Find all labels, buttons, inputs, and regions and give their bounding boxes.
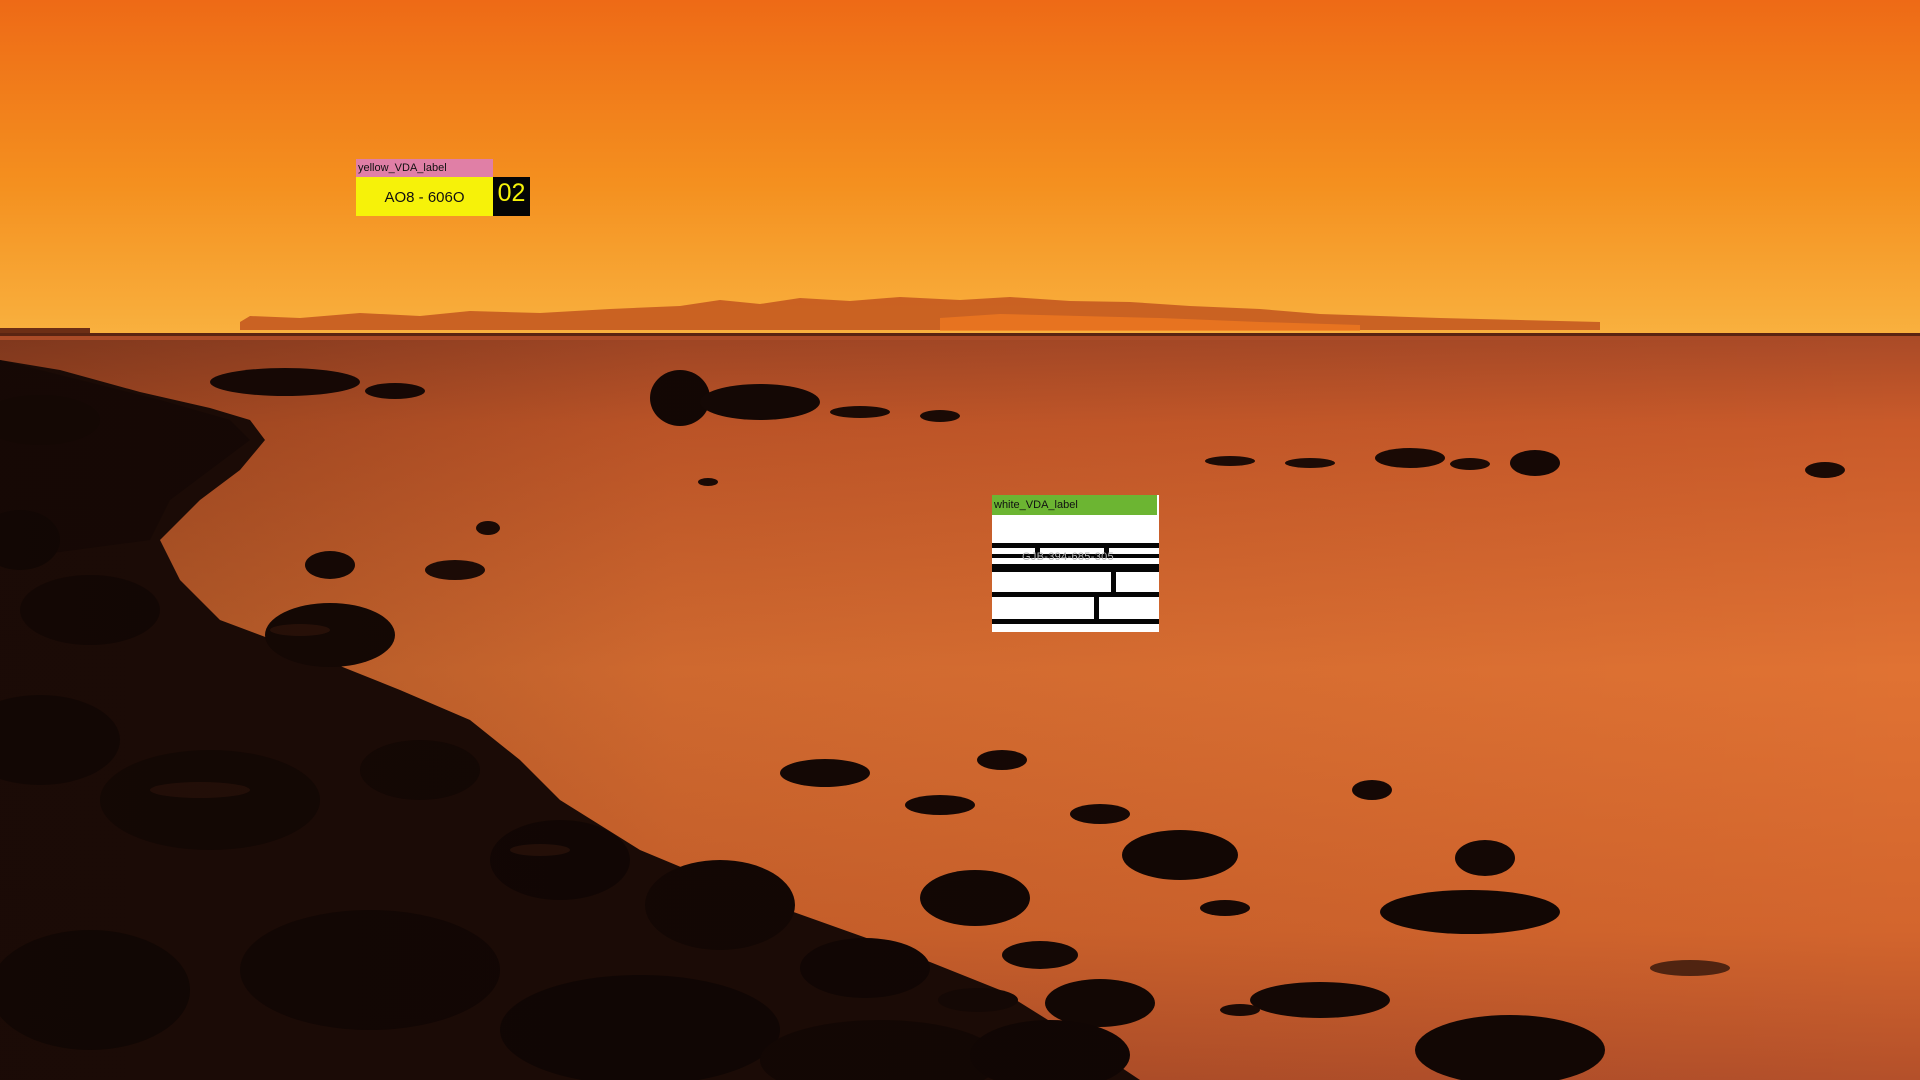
yellow-vda-label-badge: 02 [493,177,530,216]
label-border-line [1111,572,1116,592]
yellow-vda-label-title[interactable]: yellow_VDA_label [356,159,493,177]
desktop-background: yellow_VDA_label AO8 - 606O 02 white_VDA… [0,0,1920,1080]
white-vda-label-window[interactable]: white_VDA_label GJB-394-685-305 [992,495,1159,632]
label-border-line [992,568,1159,572]
white-vda-label-title[interactable]: white_VDA_label [992,495,1157,515]
yellow-vda-label-window[interactable]: yellow_VDA_label AO8 - 606O 02 [356,159,530,216]
yellow-vda-label-code: AO8 - 606O [356,177,493,216]
label-border-line [1094,597,1099,619]
label-border-line [992,543,1159,548]
white-vda-label-code: GJB-394-685-305 [1022,551,1114,563]
label-border-line [992,592,1159,597]
sunset-seascape-wallpaper [0,0,1920,1080]
label-border-line [992,619,1159,624]
